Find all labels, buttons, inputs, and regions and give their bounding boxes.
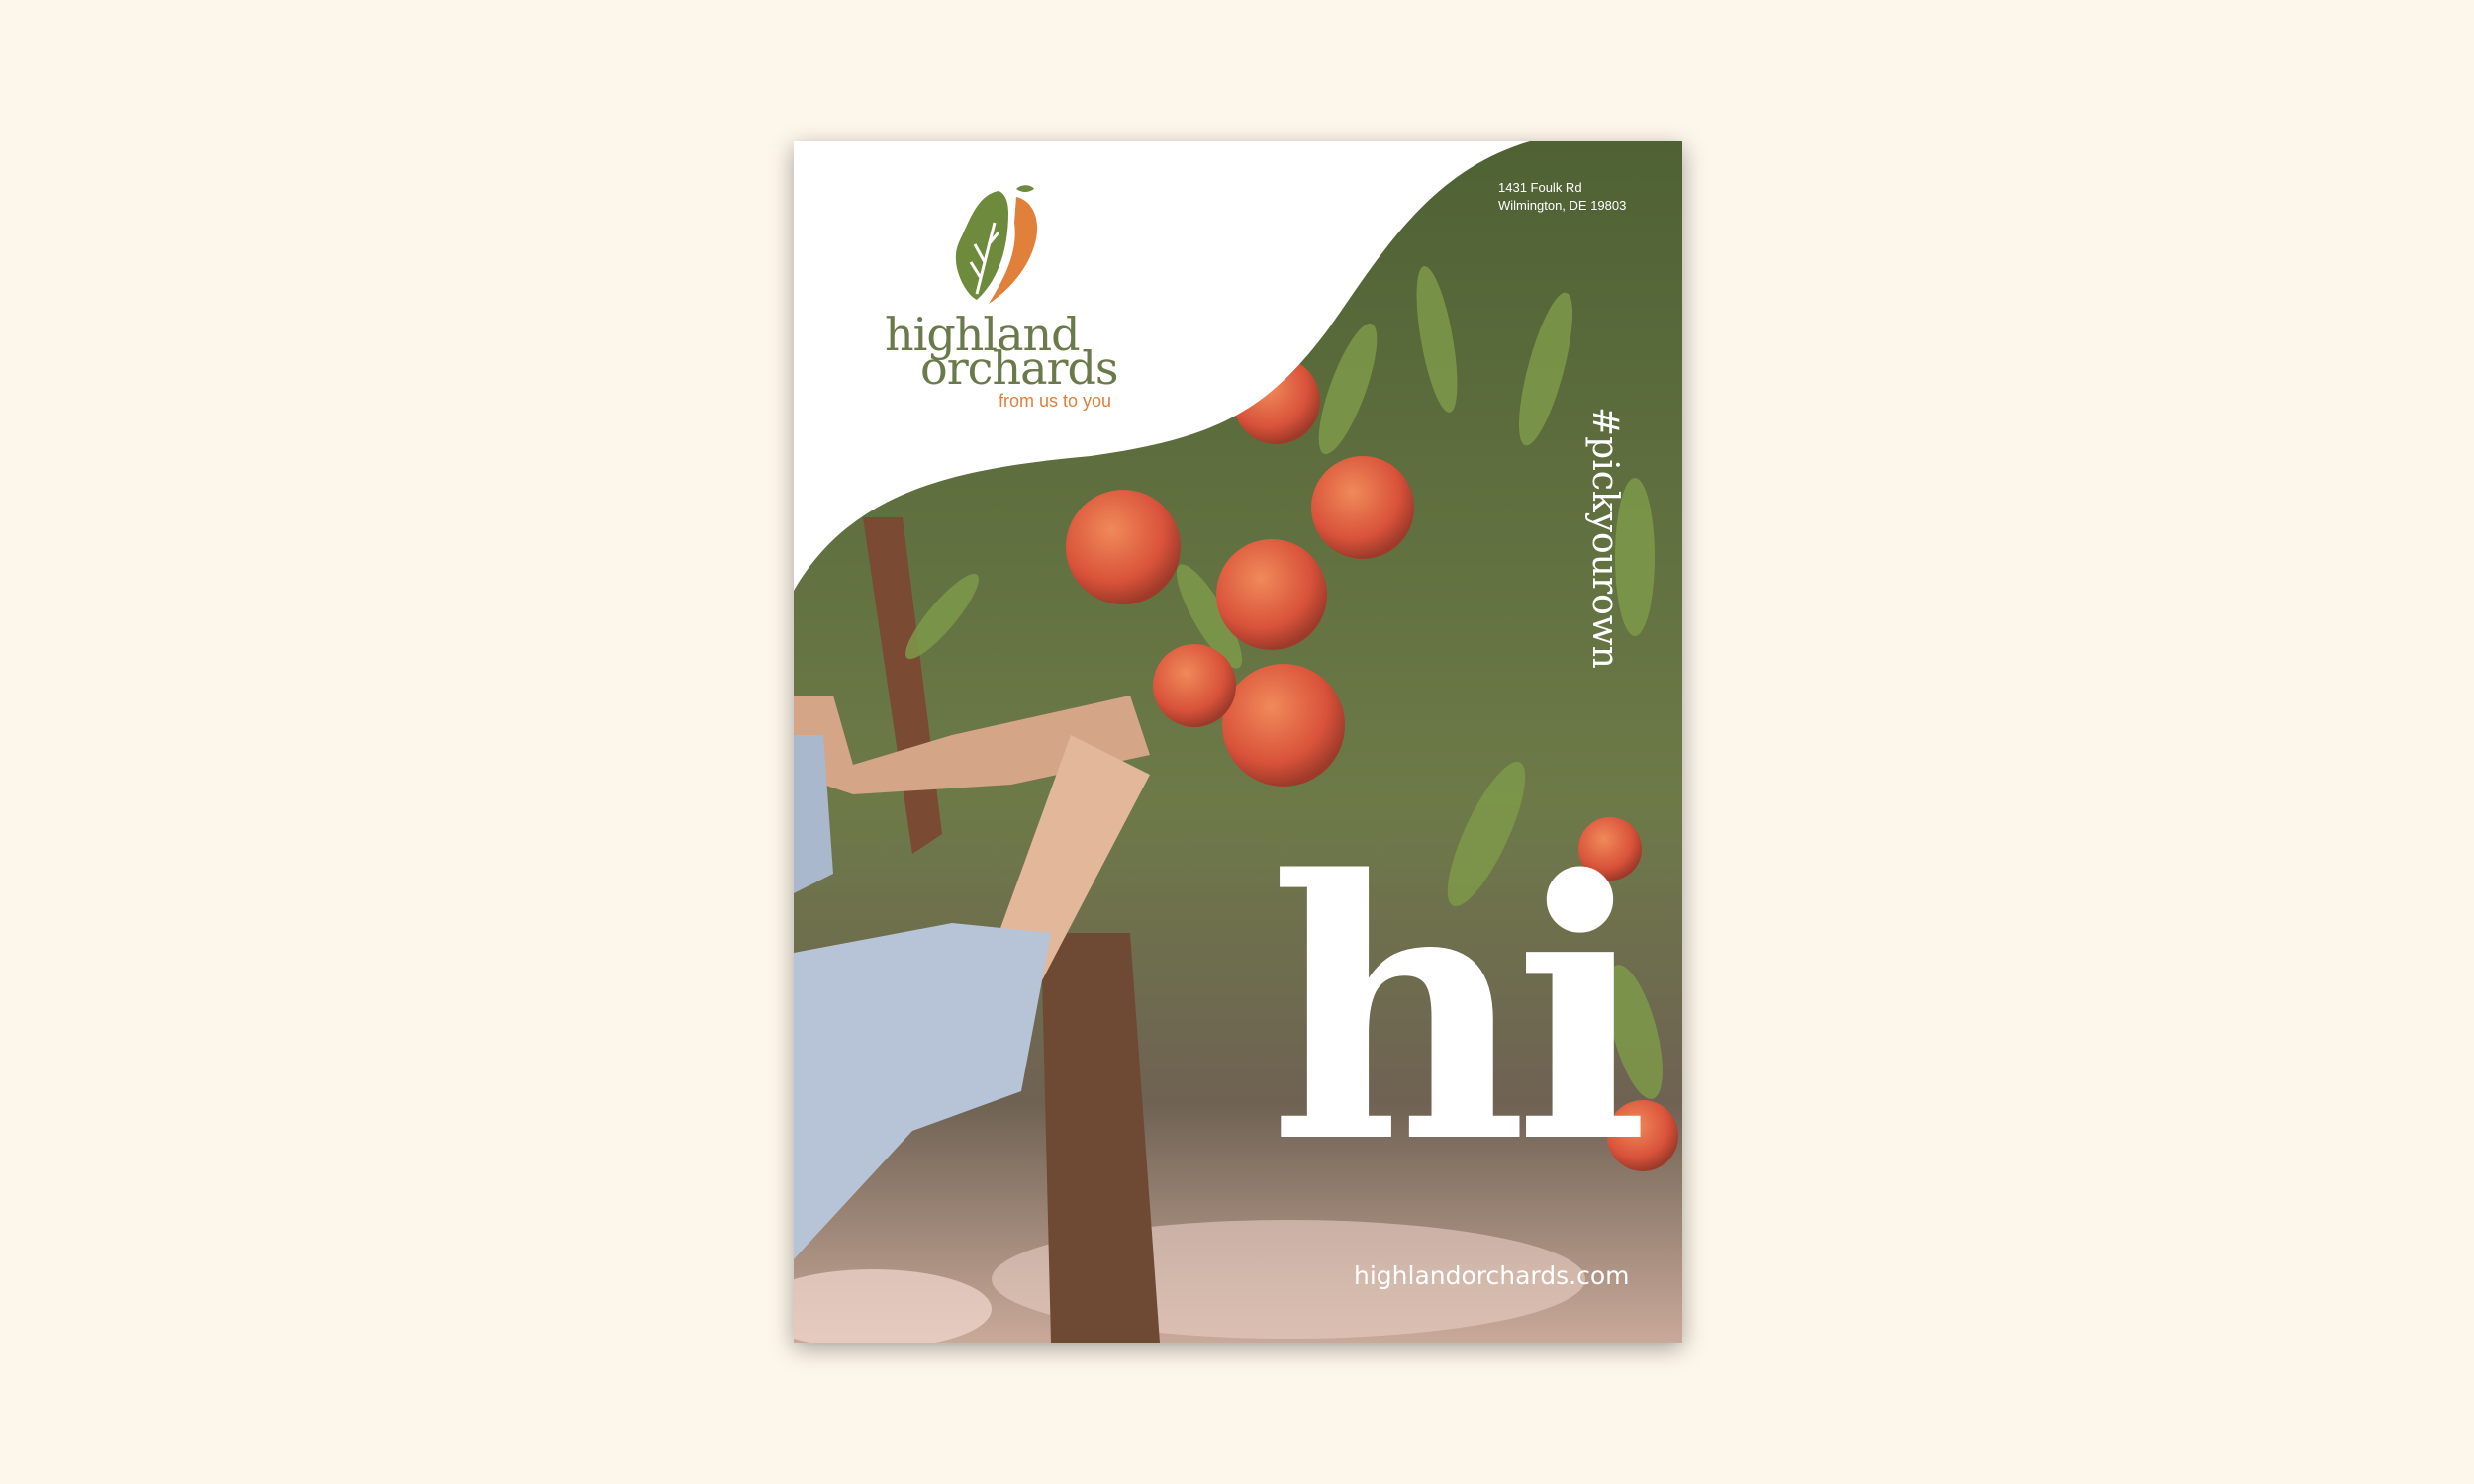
website-link[interactable]: highlandorchards.com [1354, 1261, 1630, 1290]
brand-tagline: from us to you [999, 391, 1112, 411]
poster: highland orchards from us to you 1431 Fo… [794, 141, 1682, 1343]
brand-name-line2: orchards [920, 341, 1119, 395]
address: 1431 Foulk Rd Wilmington, DE 19803 [1498, 179, 1626, 215]
hashtag: #pickyourown [1584, 407, 1625, 669]
leaf-peach-logo-icon [955, 185, 1038, 304]
address-line2: Wilmington, DE 19803 [1498, 198, 1627, 213]
address-line1: 1431 Foulk Rd [1498, 180, 1582, 195]
headline: hi [1269, 802, 1649, 1221]
